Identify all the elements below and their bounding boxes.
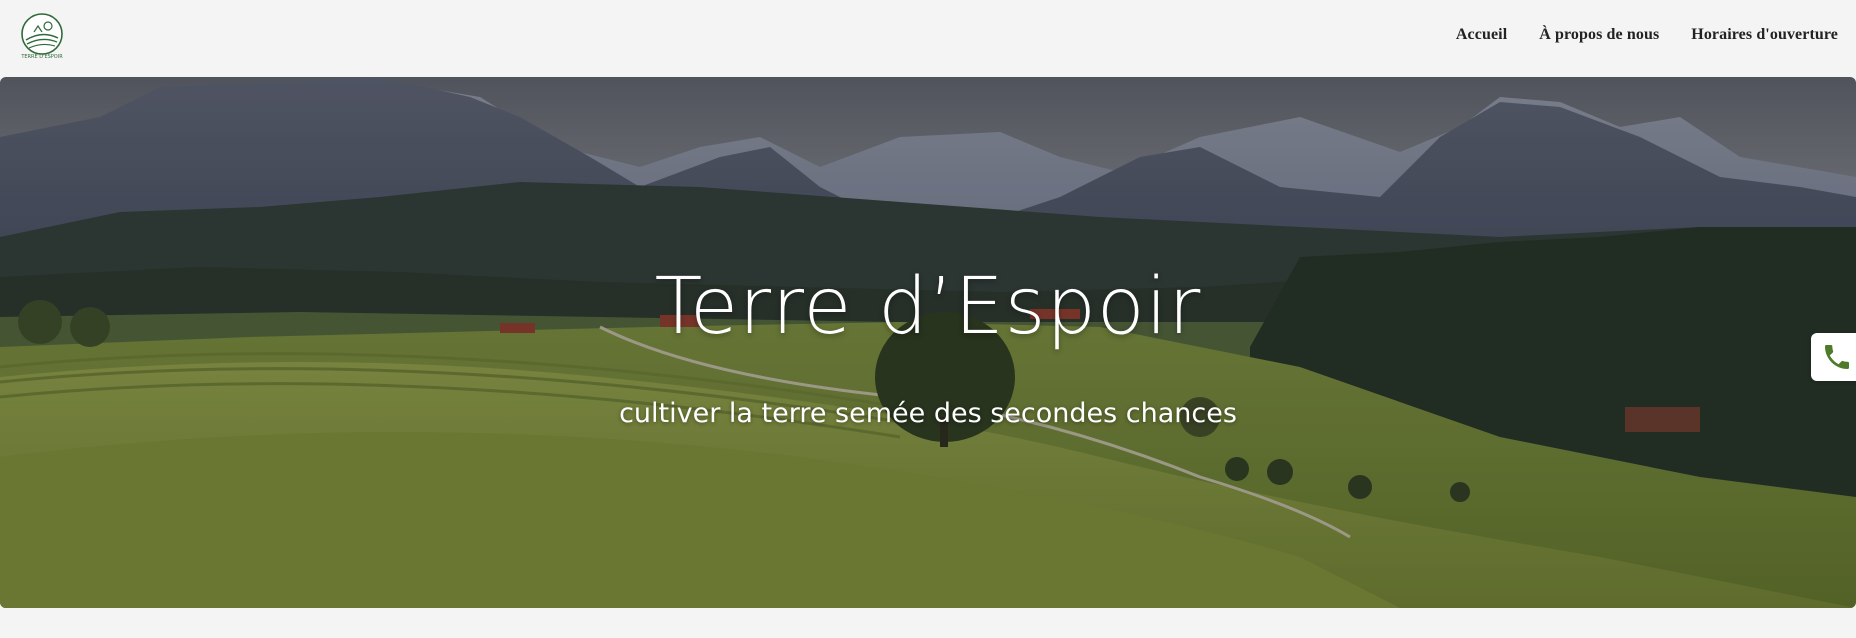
hero-title: Terre d’Espoir	[654, 262, 1202, 352]
hero-subtitle: cultiver la terre semée des secondes cha…	[619, 398, 1237, 429]
nav-item-horaires[interactable]: Horaires d'ouverture	[1691, 26, 1838, 44]
site-header: TERRE D'ESPOIR Accueil À propos de nous …	[0, 0, 1856, 77]
logo-text: TERRE D'ESPOIR	[20, 54, 63, 60]
nav-item-a-propos[interactable]: À propos de nous	[1539, 26, 1659, 44]
phone-icon	[1825, 345, 1849, 369]
hero-banner: Terre d’Espoir cultiver la terre semée d…	[0, 77, 1856, 608]
nav-item-accueil[interactable]: Accueil	[1456, 26, 1507, 44]
main-nav: Accueil À propos de nous Horaires d'ouve…	[1456, 26, 1838, 44]
phone-button[interactable]	[1811, 333, 1856, 381]
logo-icon[interactable]: TERRE D'ESPOIR	[20, 12, 64, 60]
